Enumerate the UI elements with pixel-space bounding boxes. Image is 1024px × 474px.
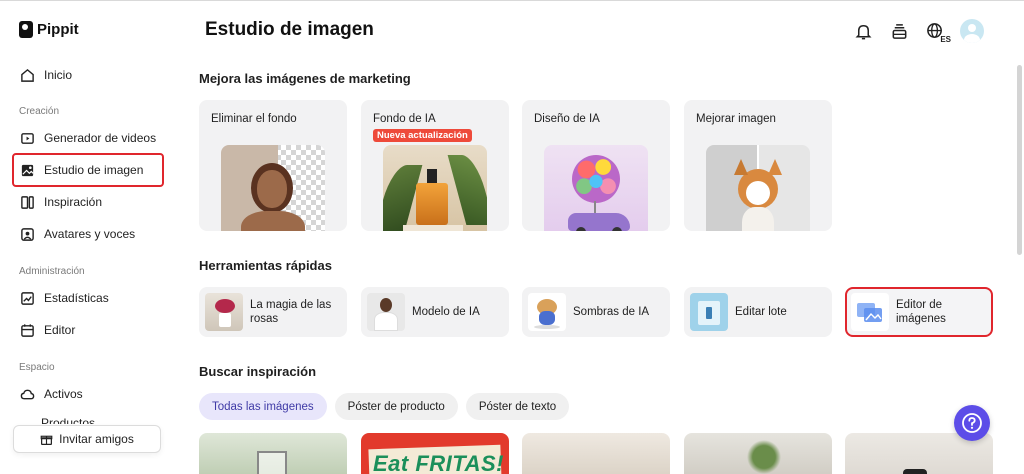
sidebar-item-assets[interactable]: Activos: [12, 378, 164, 410]
enhance-image-illustration: [706, 145, 810, 231]
help-button[interactable]: [954, 405, 990, 441]
ai-design-illustration: [544, 145, 648, 231]
tool-label: Editor de imágenes: [896, 299, 946, 325]
remove-background-illustration: [221, 145, 325, 231]
card-ai-design[interactable]: Diseño de IA: [522, 100, 670, 231]
cloud-icon: [20, 389, 35, 399]
sidebar-item-label: Estadísticas: [44, 291, 109, 305]
sidebar-item-editor[interactable]: Editor: [12, 314, 164, 346]
sidebar-item-label: Inspiración: [44, 195, 103, 209]
poster-text: Eat FRITAS!: [373, 451, 504, 474]
card-ai-background[interactable]: Fondo de IA Nueva actualización: [361, 100, 509, 231]
invite-friends-button[interactable]: Invitar amigos: [13, 425, 161, 453]
sidebar: Pippit Inicio Creación Generador de vide…: [0, 1, 180, 474]
pippit-logo[interactable]: Pippit: [19, 21, 79, 38]
video-icon: [21, 132, 34, 144]
pippit-logo-icon: [19, 21, 33, 38]
tool-image-editor[interactable]: Editor de imágenes: [845, 287, 993, 337]
language-button[interactable]: ES: [924, 20, 951, 44]
bell-icon: [854, 24, 872, 39]
ai-shadows-thumbnail: [528, 293, 566, 331]
tool-label: La magia de las rosas: [250, 299, 332, 325]
tab-product-poster[interactable]: Póster de producto: [334, 393, 458, 420]
section-label-admin: Administración: [19, 266, 85, 277]
stack-icon: [892, 23, 906, 39]
image-studio-icon: [21, 164, 34, 176]
section-label-creation: Creación: [19, 106, 60, 117]
calendar-icon: [21, 323, 34, 337]
tool-label: Editar lote: [735, 306, 787, 318]
tab-all-images[interactable]: Todas las imágenes: [199, 393, 327, 420]
quick-tools-heading: Herramientas rápidas: [199, 258, 332, 273]
sidebar-item-products[interactable]: Productos: [41, 416, 95, 424]
inspiration-heading: Buscar inspiración: [199, 364, 317, 379]
page-title: Estudio de imagen: [205, 19, 374, 40]
scrollbar[interactable]: [1017, 65, 1022, 255]
image-editor-thumbnail: [851, 293, 889, 331]
inspiration-card[interactable]: [199, 433, 347, 474]
chart-icon: [21, 291, 34, 305]
marketing-heading: Mejora las imágenes de marketing: [199, 71, 411, 86]
tool-ai-shadows[interactable]: Sombras de IA: [522, 287, 670, 337]
subscription-button[interactable]: [888, 20, 910, 42]
sidebar-item-image-studio[interactable]: Estudio de imagen: [12, 153, 164, 187]
sidebar-item-label: Inicio: [44, 68, 73, 82]
tool-label: Modelo de IA: [412, 306, 480, 318]
tool-batch-edit[interactable]: Editar lote: [684, 287, 832, 337]
tool-ai-model[interactable]: Modelo de IA: [361, 287, 509, 337]
app-name: Pippit: [37, 21, 79, 38]
card-remove-background[interactable]: Eliminar el fondo: [199, 100, 347, 231]
ai-model-thumbnail: [367, 293, 405, 331]
notifications-button[interactable]: [852, 20, 874, 42]
sidebar-item-label: Activos: [44, 387, 83, 401]
user-avatar[interactable]: [960, 19, 984, 43]
inspiration-card[interactable]: [522, 433, 670, 474]
inspiration-card-poster[interactable]: Eat FRITAS!: [361, 433, 509, 474]
inspiration-icon: [21, 195, 34, 209]
image-editor-icon: [857, 303, 882, 322]
sidebar-item-home[interactable]: Inicio: [12, 59, 164, 91]
avatar-voice-icon: [21, 227, 34, 241]
card-title: Eliminar el fondo: [211, 113, 297, 125]
tool-rose-magic[interactable]: La magia de las rosas: [199, 287, 347, 337]
sidebar-item-inspiration[interactable]: Inspiración: [12, 186, 164, 218]
card-title: Fondo de IA: [373, 113, 436, 125]
question-icon: [962, 413, 982, 433]
batch-edit-thumbnail: [690, 293, 728, 331]
header-actions: ES: [852, 19, 984, 44]
tab-text-poster[interactable]: Póster de texto: [465, 393, 570, 420]
card-title: Mejorar imagen: [696, 113, 776, 125]
gift-icon: [40, 435, 53, 445]
home-icon: [21, 68, 34, 82]
tool-label: Sombras de IA: [573, 306, 650, 318]
sidebar-item-video-generator[interactable]: Generador de videos: [12, 122, 164, 154]
inspiration-card[interactable]: [684, 433, 832, 474]
sidebar-item-label: Avatares y voces: [44, 227, 136, 241]
new-update-badge: Nueva actualización: [373, 129, 472, 142]
sidebar-item-label: Editor: [44, 323, 76, 337]
rose-magic-thumbnail: [205, 293, 243, 331]
section-label-space: Espacio: [19, 362, 55, 373]
ai-background-illustration: [383, 145, 487, 231]
sidebar-item-label: Generador de videos: [44, 131, 157, 145]
sidebar-item-label: Estudio de imagen: [44, 163, 144, 177]
card-title: Diseño de IA: [534, 113, 600, 125]
invite-friends-label: Invitar amigos: [59, 432, 134, 446]
language-badge: ES: [940, 35, 951, 44]
sidebar-item-avatars-voices[interactable]: Avatares y voces: [12, 218, 164, 250]
card-enhance-image[interactable]: Mejorar imagen: [684, 100, 832, 231]
sidebar-item-statistics[interactable]: Estadísticas: [12, 282, 164, 314]
inspiration-tabs: Todas las imágenes Póster de producto Pó…: [199, 393, 570, 420]
